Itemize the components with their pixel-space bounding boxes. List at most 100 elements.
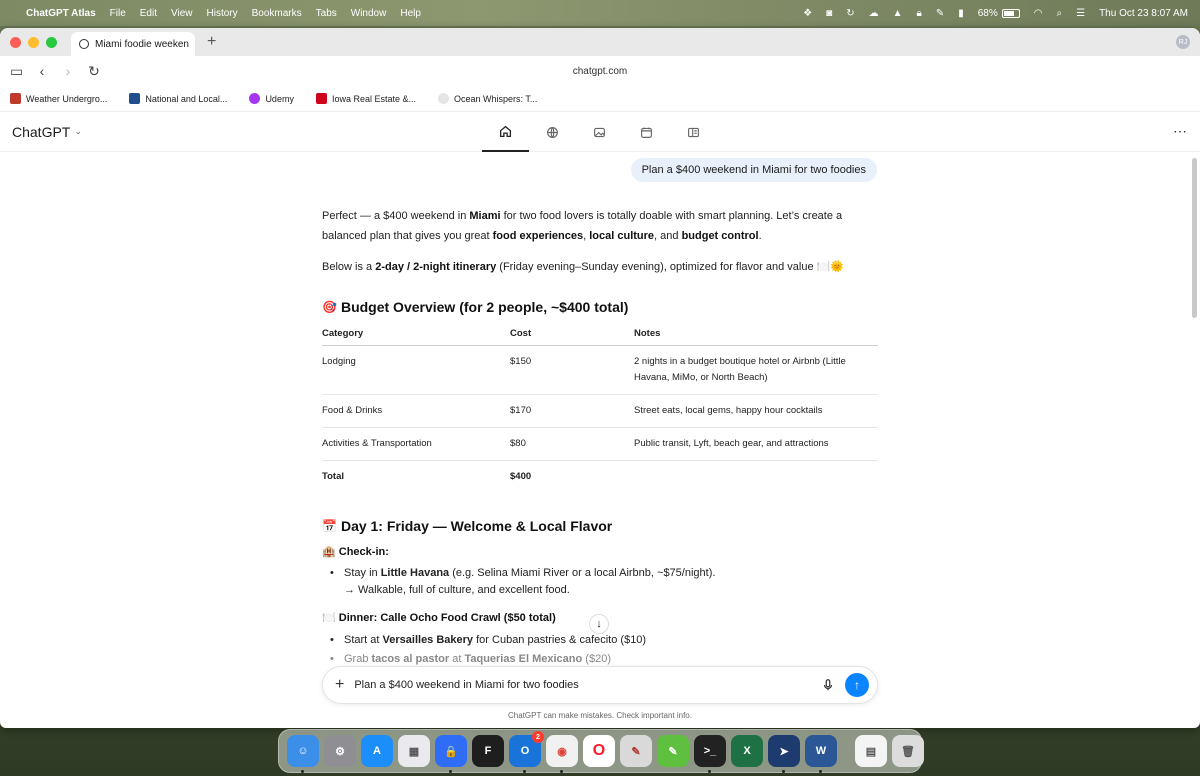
list-item: Stay in Little Havana (e.g. Selina Miami…	[330, 564, 870, 583]
bookmark-item[interactable]: National and Local...	[129, 93, 227, 104]
globe-icon[interactable]	[529, 112, 576, 152]
new-tab-button[interactable]: +	[207, 33, 216, 51]
minimize-window-button[interactable]	[28, 36, 39, 48]
launchpad-icon: ▦	[408, 745, 420, 758]
table-row-total: Total $400	[322, 471, 532, 482]
app-menu[interactable]: ChatGPT Atlas	[26, 8, 96, 19]
menu-window[interactable]: Window	[351, 8, 387, 19]
microphone-icon[interactable]	[821, 678, 835, 692]
close-window-button[interactable]	[10, 36, 21, 48]
bookmark-label: Weather Undergro...	[26, 93, 108, 104]
zoom-window-button[interactable]	[46, 36, 57, 48]
forward-button[interactable]: ›	[62, 63, 74, 79]
dock-passwords[interactable]: 🔒	[435, 735, 467, 773]
menu-edit[interactable]: Edit	[140, 8, 157, 19]
menu-bar: ChatGPT Atlas File Edit View History Boo…	[0, 0, 1200, 26]
outlook-icon: O	[520, 745, 530, 757]
bookmark-item[interactable]: Ocean Whispers: T...	[438, 93, 537, 104]
profile-avatar[interactable]: RJ	[1176, 35, 1190, 49]
menu-tabs[interactable]: Tabs	[316, 8, 337, 19]
dock: ☺ ⚙ A ▦ 🔒 F O2 ◉ O ✎ ✎ >_ X ➤ W ▤ 🗑	[278, 729, 924, 773]
home-icon[interactable]	[482, 112, 529, 152]
scrollbar[interactable]	[1192, 158, 1197, 318]
settings-icon: ⚙	[335, 745, 345, 758]
dock-document[interactable]: ▤	[855, 735, 887, 767]
more-options-icon[interactable]: ⋯	[1173, 123, 1188, 140]
app-store-icon: A	[373, 745, 381, 757]
lock-icon[interactable]: 🔒︎	[917, 8, 922, 19]
bookmark-item[interactable]: Udemy	[249, 93, 294, 104]
bookmark-item[interactable]: Weather Undergro...	[10, 93, 107, 104]
bookmarks-bar: Weather Undergro... National and Local..…	[0, 86, 1200, 112]
table-row: Activities & Transportation $80 Public t…	[322, 427, 878, 461]
dock-excel[interactable]: X	[731, 735, 763, 767]
warning-icon[interactable]: ▲	[893, 8, 903, 19]
wifi-icon[interactable]: ◠	[1034, 8, 1043, 19]
menu-bookmarks[interactable]: Bookmarks	[252, 8, 302, 19]
dock-notes-app[interactable]: ✎	[657, 735, 689, 767]
pencil-circle-icon[interactable]: ✎	[936, 8, 944, 19]
reload-button[interactable]: ↻	[88, 63, 100, 80]
trash-icon: 🗑	[901, 745, 915, 758]
dock-telegram[interactable]: ➤	[768, 735, 800, 773]
image-icon[interactable]	[576, 112, 623, 152]
dock-outlook[interactable]: O2	[509, 731, 544, 773]
dock-opera[interactable]: O	[583, 735, 615, 767]
dock-app-store[interactable]: A	[361, 735, 393, 767]
back-button[interactable]: ‹	[36, 63, 48, 79]
figma-icon: F	[484, 745, 492, 757]
conversation-area[interactable]: Plan a $400 weekend in Miami for two foo…	[306, 152, 893, 700]
terminal-icon: >_	[703, 745, 717, 757]
column-header: Cost	[510, 324, 634, 346]
dock-figma[interactable]: F	[472, 735, 504, 767]
bookmark-item[interactable]: Iowa Real Estate &...	[315, 93, 416, 104]
dock-pen-app[interactable]: ✎	[620, 735, 652, 767]
url-field[interactable]: chatgpt.com	[573, 66, 627, 77]
dock-chrome[interactable]: ◉	[546, 735, 578, 773]
dock-word[interactable]: W	[805, 735, 837, 773]
message-composer[interactable]: + Plan a $400 weekend in Miami for two f…	[322, 666, 878, 704]
chevron-down-icon: ⌄	[74, 126, 82, 136]
dock-finder[interactable]: ☺	[287, 735, 319, 773]
chrome-icon: ◉	[557, 745, 567, 758]
sidebar-toggle-icon[interactable]: ▭	[10, 63, 23, 80]
clock[interactable]: Thu Oct 23 8:07 AM	[1099, 8, 1188, 19]
generic-favicon-icon	[438, 93, 449, 104]
calendar-icon[interactable]	[623, 112, 670, 152]
tab-bar: Miami foodie weeken + RJ	[0, 28, 1200, 56]
model-selector[interactable]: ChatGPT ⌄	[12, 124, 82, 140]
spotlight-icon[interactable]: ⌕	[1056, 8, 1062, 19]
dropbox-icon[interactable]: ❖	[803, 8, 812, 19]
menu-history[interactable]: History	[207, 8, 238, 19]
prompt-input[interactable]: Plan a $400 weekend in Miami for two foo…	[354, 679, 811, 691]
bookmark-label: Udemy	[265, 93, 294, 104]
menu-file[interactable]: File	[110, 8, 126, 19]
dock-launchpad[interactable]: ▦	[398, 735, 430, 767]
battery-indicator[interactable]: 68%	[978, 8, 1020, 19]
checkin-list: Stay in Little Havana (e.g. Selina Miami…	[330, 564, 870, 583]
news-favicon-icon	[129, 93, 141, 104]
dock-trash[interactable]: 🗑	[892, 735, 924, 767]
control-center-icon[interactable]: ☰	[1076, 8, 1085, 19]
scroll-down-button[interactable]: ↓	[589, 614, 609, 634]
dock-terminal[interactable]: >_	[694, 735, 726, 773]
disclaimer-text: ChatGPT can make mistakes. Check importa…	[508, 711, 692, 720]
layout-icon[interactable]	[670, 112, 717, 152]
phone-icon[interactable]: ▮	[958, 8, 964, 19]
camera-icon[interactable]: ◙	[826, 8, 832, 19]
budget-table: Category Cost Notes Lodging $150 2 night…	[322, 324, 878, 493]
dock-system-settings[interactable]: ⚙	[324, 735, 356, 767]
tab-active[interactable]: Miami foodie weeken	[71, 32, 195, 56]
attach-plus-button[interactable]: +	[335, 676, 344, 694]
bookmark-label: Ocean Whispers: T...	[454, 93, 538, 104]
udemy-favicon-icon	[249, 93, 261, 104]
cloud-icon[interactable]: ☁	[869, 8, 879, 19]
menu-help[interactable]: Help	[400, 8, 421, 19]
menu-view[interactable]: View	[171, 8, 193, 19]
plate-emoji-icon: 🍽️	[322, 612, 336, 624]
bookmark-label: National and Local...	[145, 93, 228, 104]
send-button[interactable]: ↑	[845, 673, 869, 697]
table-header-row: Category Cost Notes	[322, 324, 878, 346]
sync-icon[interactable]: ↻	[846, 8, 854, 19]
house-favicon-icon	[315, 93, 327, 104]
